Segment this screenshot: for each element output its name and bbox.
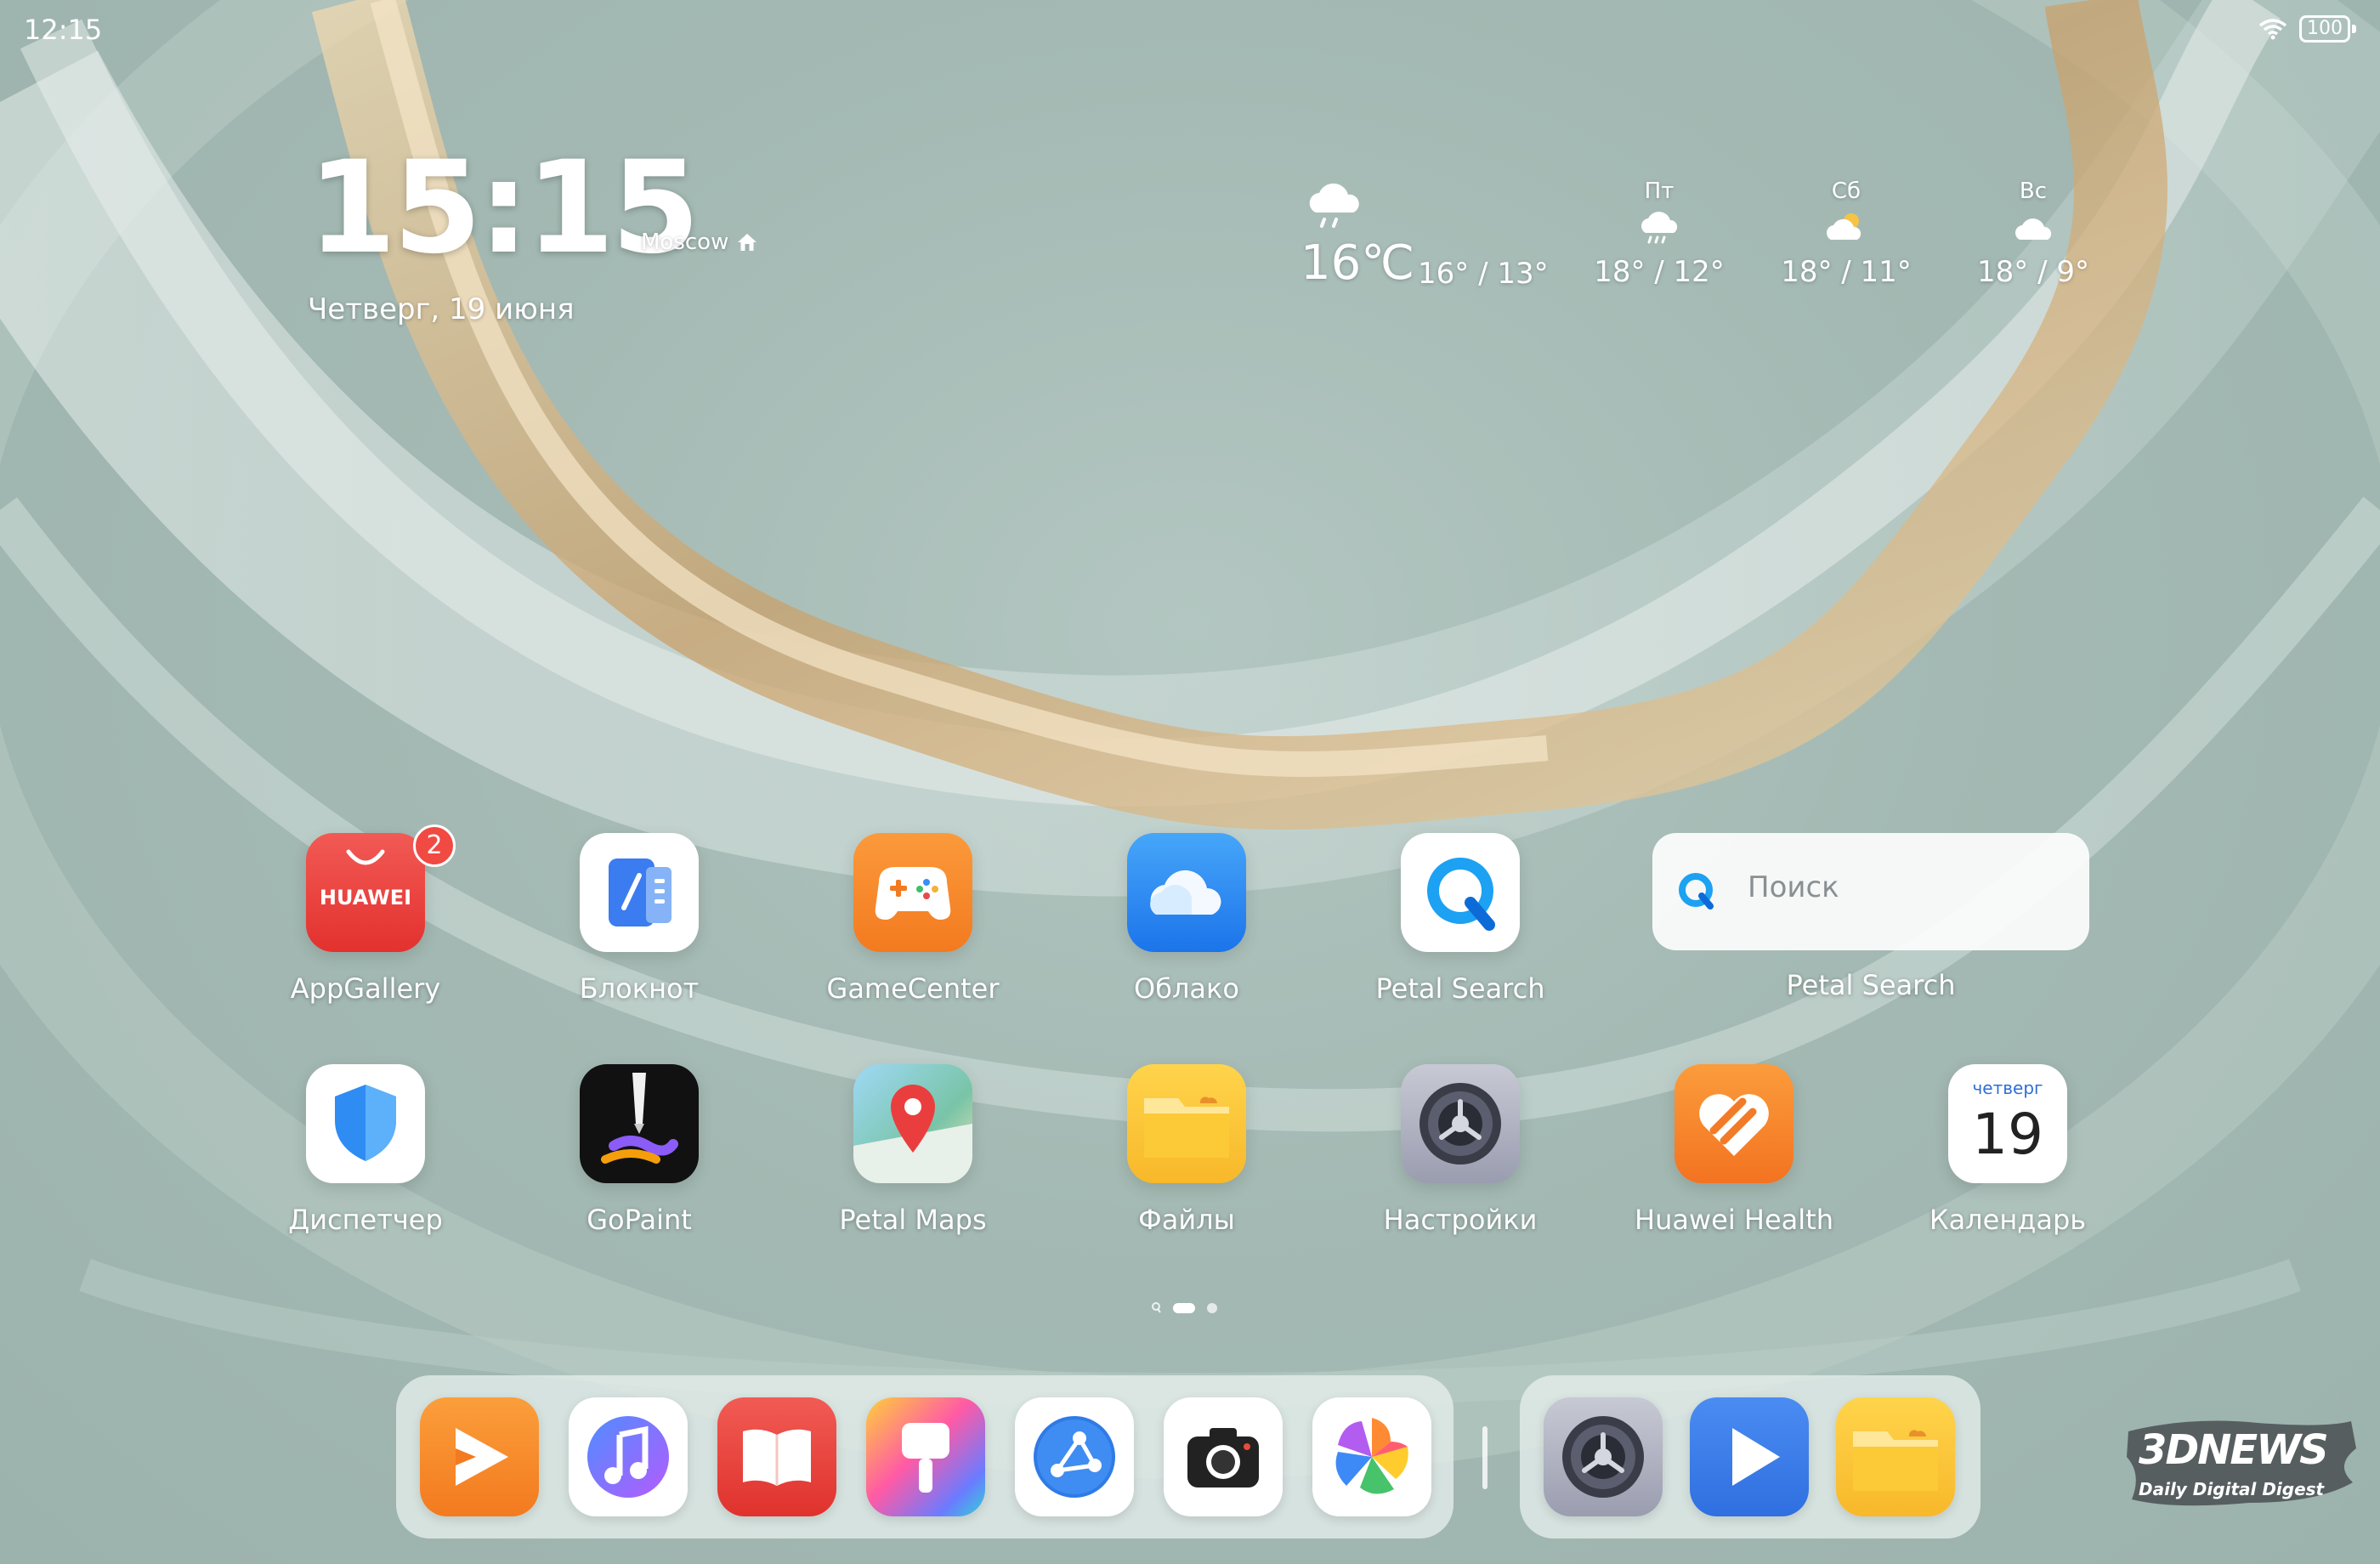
app-label: Petal Search — [1375, 972, 1545, 1005]
status-bar: 12:15 100 — [0, 0, 2380, 61]
folder-icon — [1127, 1064, 1246, 1183]
cloudy-icon — [2008, 207, 2059, 250]
watermark-subtitle: Daily Digital Digest — [2139, 1479, 2325, 1499]
notification-badge: 2 — [413, 824, 456, 867]
app-dispatcher[interactable]: Диспетчер — [255, 1064, 476, 1236]
app-calendar[interactable]: четверг 19 Календарь — [1897, 1064, 2118, 1236]
app-label: Huawei Health — [1635, 1204, 1833, 1236]
clock-widget[interactable]: 15:15 Moscow Четверг, 19 июня — [308, 134, 757, 326]
clock-city-label: Moscow — [641, 230, 729, 255]
calendar-weekday: четверг — [1972, 1078, 2043, 1098]
app-label: Облако — [1134, 972, 1239, 1005]
rain-cloud-icon — [1309, 183, 1359, 228]
clock-date: Четверг, 19 июня — [308, 292, 575, 326]
status-time: 12:15 — [24, 14, 103, 46]
map-pin-icon — [853, 1064, 972, 1183]
app-petal-maps[interactable]: Petal Maps — [802, 1064, 1023, 1236]
shield-icon — [306, 1064, 425, 1183]
app-petal-search[interactable]: Petal Search — [1350, 833, 1571, 1005]
app-label: Диспетчер — [288, 1204, 443, 1236]
camera-icon[interactable] — [1164, 1397, 1283, 1516]
appgallery-icon-text: HUAWEI — [319, 886, 412, 910]
forecast-day: Вс 18° / 9° — [1965, 178, 2101, 289]
forecast-day-name: Пт — [1644, 178, 1674, 204]
petal-search-icon — [1401, 833, 1520, 952]
forecast-day-range: 18° / 12° — [1594, 255, 1725, 289]
files-icon[interactable] — [1836, 1397, 1955, 1516]
battery-level: 100 — [2299, 15, 2350, 42]
app-appgallery[interactable]: HUAWEI 2 AppGallery — [255, 824, 476, 1005]
forecast-day-name: Вс — [2019, 178, 2048, 204]
clock-city: Moscow — [641, 230, 757, 255]
forecast-day: Сб 18° / 11° — [1778, 178, 1914, 289]
books-icon[interactable] — [717, 1397, 836, 1516]
app-label: AppGallery — [290, 972, 441, 1005]
watermark-title: 3DNEWS — [2139, 1426, 2329, 1474]
video-player-icon[interactable] — [1690, 1397, 1809, 1516]
weather-widget[interactable]: 16℃ 16° / 13° Пт 18° / 12° Сб 18° / 11° … — [1300, 178, 2089, 298]
cloud-icon — [1127, 833, 1246, 952]
music-icon[interactable] — [569, 1397, 688, 1516]
calendar-icon: четверг 19 — [1948, 1064, 2067, 1183]
gear-icon — [1401, 1064, 1520, 1183]
appgallery-icon: HUAWEI — [306, 833, 425, 952]
weather-current-temp: 16℃ — [1300, 235, 1415, 291]
app-label: GameCenter — [826, 972, 1000, 1005]
app-label: Блокнот — [579, 972, 700, 1005]
themes-icon[interactable] — [866, 1397, 985, 1516]
video-app-icon[interactable] — [420, 1397, 539, 1516]
app-gopaint[interactable]: GoPaint — [529, 1064, 750, 1236]
search-widget[interactable]: Поиск — [1652, 833, 2089, 950]
app-cloud[interactable]: Облако — [1076, 833, 1297, 1005]
notepad-icon — [580, 833, 699, 952]
calendar-day: 19 — [1972, 1102, 2043, 1167]
search-widget-label: Petal Search — [1786, 969, 1956, 1001]
app-files[interactable]: Файлы — [1076, 1064, 1297, 1236]
status-icons: 100 — [2258, 15, 2356, 42]
app-gamecenter[interactable]: GameCenter — [802, 833, 1023, 1005]
petal-search-icon — [1671, 865, 1722, 916]
forecast-day: Пт 18° / 12° — [1591, 178, 1727, 289]
app-label: Настройки — [1383, 1204, 1538, 1236]
home-icon — [737, 233, 757, 252]
dock — [396, 1375, 1454, 1538]
weather-current-range: 16° / 13° — [1418, 257, 1549, 291]
clock-time: 15:15 — [308, 134, 700, 282]
page-dot-search[interactable] — [1151, 1302, 1161, 1314]
wifi-icon — [2258, 18, 2287, 40]
settings-icon[interactable] — [1544, 1397, 1663, 1516]
dock-recent — [1520, 1375, 1980, 1538]
search-input[interactable]: Поиск — [1748, 870, 1839, 904]
forecast-day-name: Сб — [1831, 178, 1862, 204]
page-dot-active[interactable] — [1173, 1303, 1195, 1313]
watermark: 3DNEWS Daily Digital Digest — [2122, 1414, 2361, 1515]
app-label: Petal Maps — [839, 1204, 987, 1236]
app-notepad[interactable]: Блокнот — [529, 833, 750, 1005]
gopaint-icon — [580, 1064, 699, 1183]
partly-cloudy-icon — [1821, 207, 1872, 250]
dock-divider — [1482, 1426, 1488, 1489]
page-dot[interactable] — [1207, 1303, 1217, 1313]
gallery-icon[interactable] — [1312, 1397, 1431, 1516]
forecast-day-range: 18° / 11° — [1781, 255, 1912, 289]
app-label: GoPaint — [586, 1204, 692, 1236]
battery-icon: 100 — [2299, 15, 2356, 42]
health-heart-icon — [1674, 1064, 1794, 1183]
browser-icon[interactable] — [1015, 1397, 1134, 1516]
rain-cloud-icon — [1634, 207, 1685, 250]
page-indicator[interactable] — [1151, 1302, 1217, 1314]
app-label: Файлы — [1138, 1204, 1235, 1236]
gamecenter-icon — [853, 833, 972, 952]
forecast-day-range: 18° / 9° — [1977, 255, 2089, 289]
app-settings[interactable]: Настройки — [1350, 1064, 1571, 1236]
app-huawei-health[interactable]: Huawei Health — [1624, 1064, 1844, 1236]
app-label: Календарь — [1929, 1204, 2087, 1236]
